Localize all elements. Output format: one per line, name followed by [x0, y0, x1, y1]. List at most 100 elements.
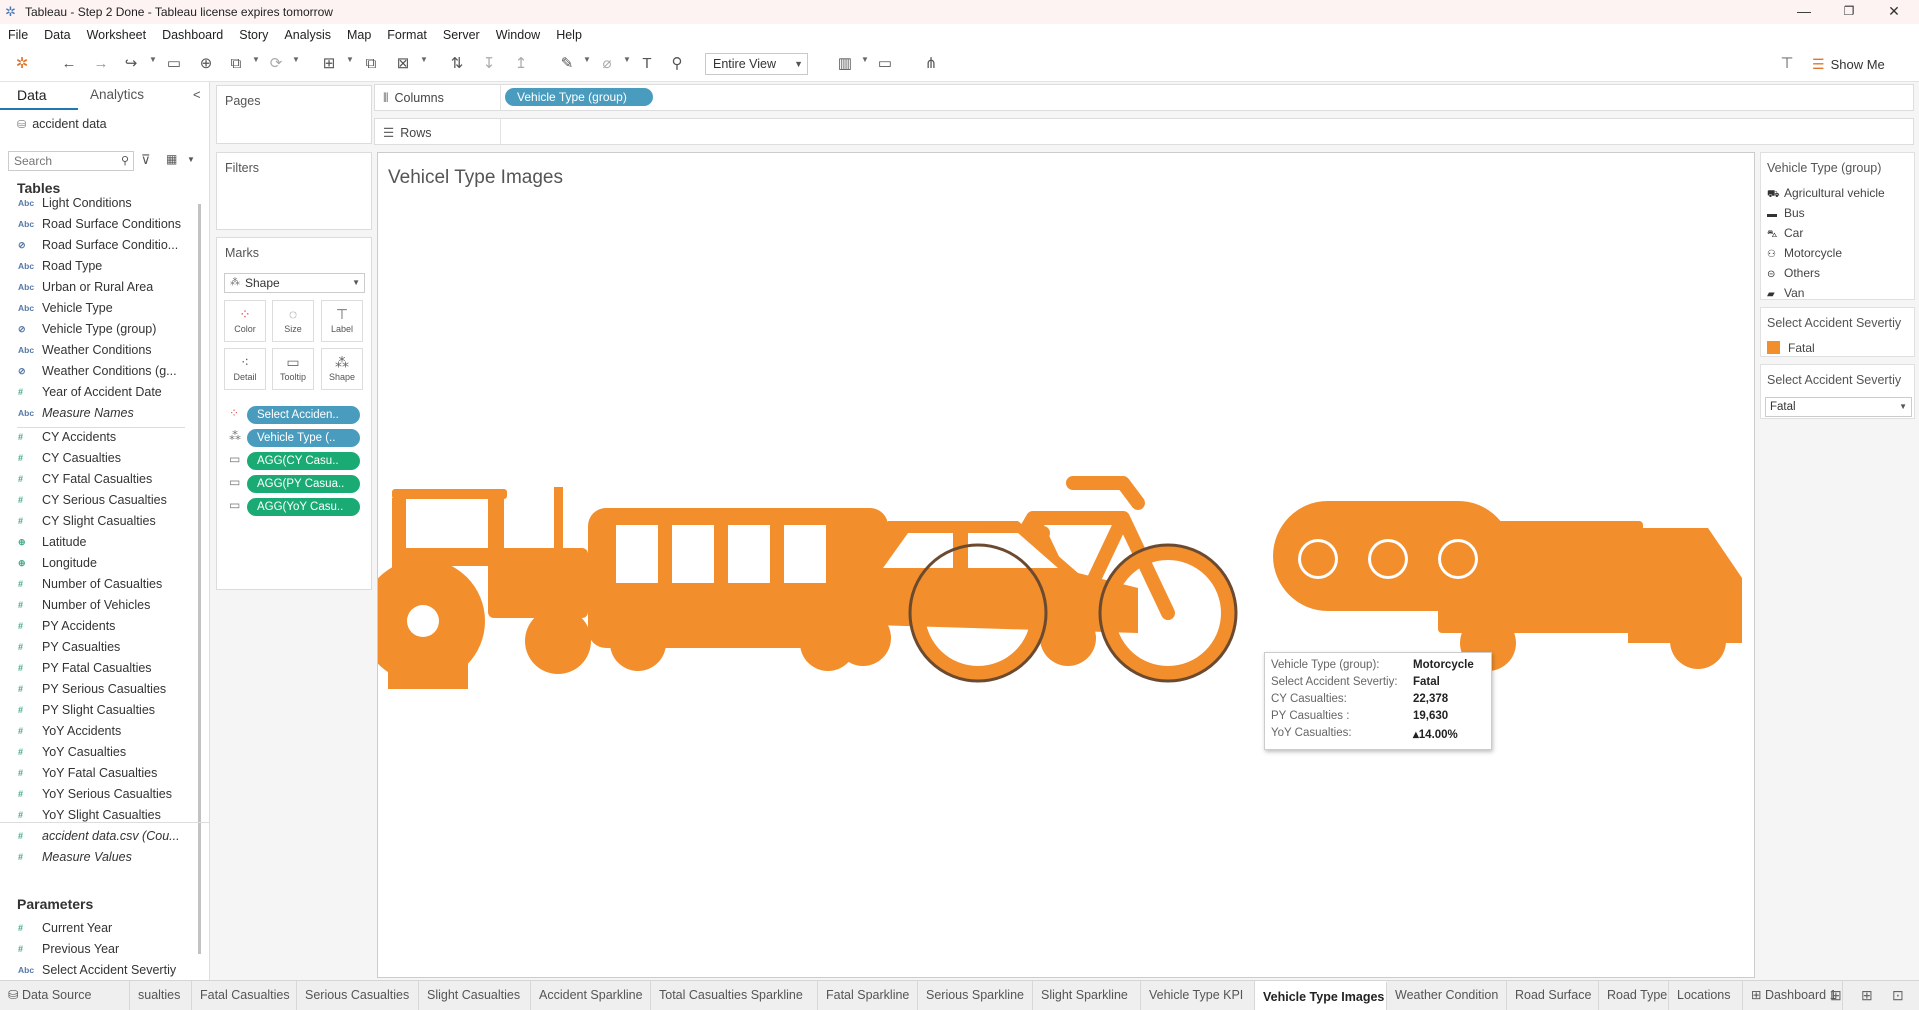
marks-pill-severity[interactable]: Select Acciden..: [247, 406, 360, 424]
duplicate-sheet-icon[interactable]: ⧉: [360, 54, 382, 74]
pages-card[interactable]: Pages: [216, 85, 372, 144]
legend-item-van[interactable]: ▰ Van: [1767, 286, 1804, 300]
tab-data[interactable]: Data: [17, 87, 47, 103]
field-item[interactable]: Abc Urban or Rural Area: [18, 277, 153, 297]
sheet-tab[interactable]: Serious Casualties: [297, 981, 419, 1010]
sheet-tab[interactable]: sualties: [130, 981, 192, 1010]
sheet-tab[interactable]: Accident Sparkline: [531, 981, 651, 1010]
field-item[interactable]: # Number of Vehicles: [18, 595, 150, 615]
field-item[interactable]: ⊘ Road Surface Conditio...: [18, 235, 178, 255]
color-legend[interactable]: Select Accident Severtiy Fatal: [1760, 307, 1915, 357]
legend-item-bus[interactable]: ▬ Bus: [1767, 206, 1805, 220]
tooltip-button[interactable]: ▭ Tooltip: [272, 348, 314, 390]
sheet-tab[interactable]: Slight Sparkline: [1033, 981, 1141, 1010]
sheet-tab[interactable]: Total Casualties Sparkline: [651, 981, 818, 1010]
menu-help[interactable]: Help: [556, 28, 582, 42]
fit-dropdown[interactable]: Entire View ▼: [705, 53, 808, 75]
fix-axes-icon[interactable]: ⚲: [666, 54, 688, 74]
field-item[interactable]: # CY Casualties: [18, 448, 121, 468]
search-input[interactable]: [9, 152, 113, 170]
menu-dashboard[interactable]: Dashboard: [162, 28, 223, 42]
field-item[interactable]: # CY Slight Casualties: [18, 511, 156, 531]
field-item[interactable]: # PY Casualties: [18, 637, 120, 657]
field-item[interactable]: Abc Road Surface Conditions: [18, 214, 181, 234]
collapse-pane-icon[interactable]: <: [193, 87, 201, 102]
sheet-tab[interactable]: Locations: [1669, 981, 1743, 1010]
clear-dropdown-icon[interactable]: ▼: [420, 55, 428, 64]
parameter-item[interactable]: # Current Year: [18, 918, 112, 938]
parameter-item[interactable]: # Previous Year: [18, 939, 119, 959]
menu-analysis[interactable]: Analysis: [284, 28, 331, 42]
parameter-item[interactable]: Abc Select Accident Severtiy: [18, 960, 176, 980]
view-options-dropdown-icon[interactable]: ▼: [187, 155, 195, 164]
severity-parameter-dropdown[interactable]: Fatal ▼: [1765, 397, 1912, 417]
legend-item-others[interactable]: ⊝ Others: [1767, 266, 1820, 280]
menu-server[interactable]: Server: [443, 28, 480, 42]
field-item[interactable]: # PY Accidents: [18, 616, 115, 636]
field-item[interactable]: # YoY Fatal Casualties: [18, 763, 157, 783]
marks-pill-vehicle-type[interactable]: Vehicle Type (..: [247, 429, 360, 447]
undo-icon[interactable]: ←: [58, 54, 80, 74]
close-button[interactable]: ✕: [1871, 0, 1917, 24]
field-item[interactable]: # Year of Accident Date: [18, 382, 162, 402]
menu-worksheet[interactable]: Worksheet: [87, 28, 147, 42]
field-item[interactable]: # CY Accidents: [18, 427, 116, 447]
field-item[interactable]: # YoY Casualties: [18, 742, 126, 762]
menu-data[interactable]: Data: [44, 28, 70, 42]
show-cards-icon[interactable]: ▥: [834, 54, 856, 74]
sheet-tab[interactable]: ⊞ Dashboard 1: [1743, 981, 1843, 1010]
share-icon[interactable]: ⋔: [920, 54, 942, 74]
show-mark-labels-icon[interactable]: T: [636, 54, 658, 74]
highlight-icon[interactable]: ✎: [556, 54, 578, 74]
new-worksheet-icon[interactable]: ⊞: [318, 54, 340, 74]
group-dropdown-icon[interactable]: ▼: [623, 55, 631, 64]
field-item[interactable]: # Number of Casualties: [18, 574, 162, 594]
field-item[interactable]: # CY Fatal Casualties: [18, 469, 152, 489]
maximize-button[interactable]: ❐: [1826, 0, 1872, 24]
field-item[interactable]: # YoY Accidents: [18, 721, 121, 741]
search-box[interactable]: ⚲: [8, 151, 134, 171]
shape-button[interactable]: ⁂ Shape: [321, 348, 363, 390]
shape-legend[interactable]: Vehicle Type (group) ⛟ Agricultural vehic…: [1760, 152, 1915, 300]
field-item[interactable]: # PY Serious Casualties: [18, 679, 166, 699]
menu-window[interactable]: Window: [496, 28, 540, 42]
legend-item-agricultural-vehicle[interactable]: ⛟ Agricultural vehicle: [1767, 186, 1885, 202]
replay-dropdown-icon[interactable]: ▼: [149, 55, 157, 64]
refresh-icon[interactable]: ⟳: [265, 54, 287, 74]
presentation-mode-icon[interactable]: ▭: [874, 54, 896, 74]
field-item[interactable]: # YoY Serious Casualties: [18, 784, 172, 804]
field-item[interactable]: ⊘ Weather Conditions (g...: [18, 361, 177, 381]
scrollbar-thumb[interactable]: [198, 204, 201, 954]
field-item[interactable]: Abc Road Type: [18, 256, 102, 276]
field-item[interactable]: ⊕ Latitude: [18, 532, 86, 552]
field-item[interactable]: ⊘ Vehicle Type (group): [18, 319, 156, 339]
new-data-source-icon[interactable]: ⊕: [195, 54, 217, 74]
legend-item-car[interactable]: ⛍ Car: [1767, 226, 1803, 242]
legend-item-fatal[interactable]: Fatal: [1767, 341, 1815, 355]
menu-map[interactable]: Map: [347, 28, 371, 42]
sheet-tab[interactable]: Road Type: [1599, 981, 1669, 1010]
sheet-tab[interactable]: Road Surface: [1507, 981, 1599, 1010]
new-story-tab-icon[interactable]: ⊡: [1892, 987, 1904, 1004]
field-item[interactable]: # CY Serious Casualties: [18, 490, 167, 510]
clear-sheet-icon[interactable]: ⊠: [392, 54, 414, 74]
legend-item-motorcycle[interactable]: ⚇ Motorcycle: [1767, 246, 1842, 260]
menu-file[interactable]: File: [8, 28, 28, 42]
detail-button[interactable]: ⁖ Detail: [224, 348, 266, 390]
field-item[interactable]: Abc Vehicle Type: [18, 298, 113, 318]
size-button[interactable]: ◌ Size: [272, 300, 314, 342]
sheet-tab[interactable]: ⛁ Data Source: [0, 981, 130, 1010]
filters-card[interactable]: Filters: [216, 152, 372, 230]
agricultural-vehicle-shape[interactable]: [378, 487, 594, 689]
new-worksheet-tab-icon[interactable]: ⊞: [1830, 987, 1842, 1004]
field-item[interactable]: # PY Fatal Casualties: [18, 658, 152, 678]
filter-icon[interactable]: ⊽: [141, 152, 151, 168]
redo-icon[interactable]: →: [90, 54, 112, 74]
refresh-dropdown-icon[interactable]: ▼: [292, 55, 300, 64]
mark-type-dropdown[interactable]: ⁂ Shape ▼: [224, 273, 365, 293]
rows-shelf[interactable]: ☰ Rows: [374, 118, 1914, 145]
label-button[interactable]: ⊤ Label: [321, 300, 363, 342]
group-members-icon[interactable]: ⌀: [596, 54, 618, 74]
columns-shelf[interactable]: ⦀ Columns Vehicle Type (group): [374, 84, 1914, 111]
field-item[interactable]: Abc Weather Conditions: [18, 340, 152, 360]
